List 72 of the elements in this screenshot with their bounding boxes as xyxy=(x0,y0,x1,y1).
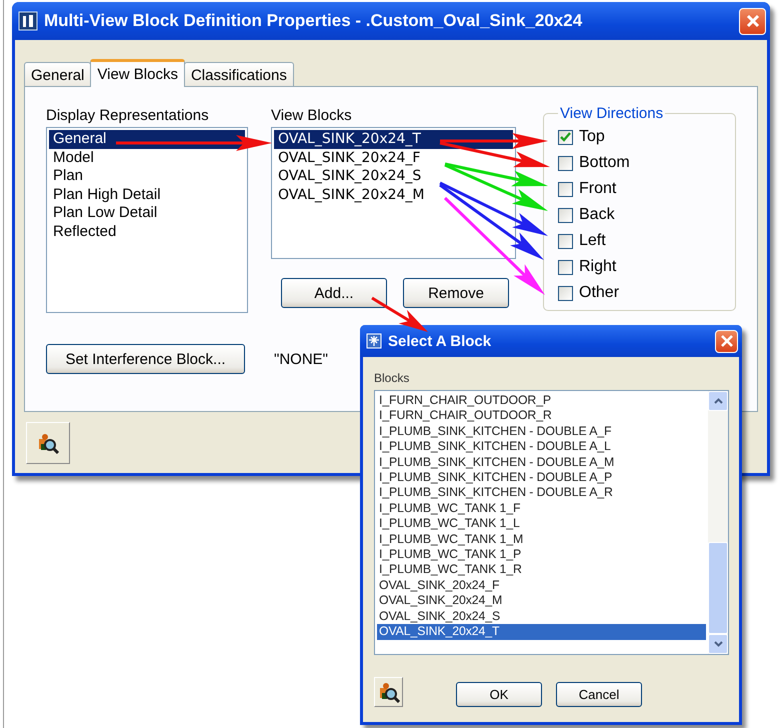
list-item[interactable]: OVAL_SINK_20x24_M xyxy=(274,186,513,204)
dialog-icon xyxy=(366,333,382,349)
representations-list[interactable]: General Model Plan Plan High Detail Plan Low Detail Reflected xyxy=(46,127,248,313)
list-item[interactable]: OVAL_SINK_20x24_T xyxy=(377,624,706,640)
checkbox-label: Top xyxy=(579,128,605,146)
list-item[interactable]: Plan High Detail xyxy=(49,186,245,204)
list-item[interactable]: I_PLUMB_WC_TANK 1_L xyxy=(377,516,706,532)
checkbox-label: Other xyxy=(579,284,620,302)
dialog-title: Select A Block xyxy=(388,332,492,350)
checkbox[interactable] xyxy=(558,182,573,196)
dialog-button[interactable]: OK xyxy=(456,682,542,706)
list-item[interactable]: I_PLUMB_WC_TANK 1_F xyxy=(377,500,706,516)
list-item[interactable]: I_PLUMB_WC_TANK 1_P xyxy=(377,547,706,562)
list-item[interactable]: I_PLUMB_WC_TANK 1_M xyxy=(377,532,706,548)
dialog-button[interactable]: Cancel xyxy=(556,682,642,706)
checkbox-label: Bottom xyxy=(579,154,630,172)
checkbox[interactable] xyxy=(558,234,573,248)
list-item[interactable]: I_FURN_CHAIR_OUTDOOR_R xyxy=(377,408,706,424)
list-item[interactable]: OVAL_SINK_20x24_S xyxy=(377,608,706,624)
list-item[interactable]: OVAL_SINK_20x24_M xyxy=(377,593,706,609)
interference-button[interactable]: Set Interference Block... xyxy=(46,344,245,374)
list-item[interactable]: OVAL_SINK_20x24_F xyxy=(377,578,706,594)
arrow xyxy=(371,296,428,332)
app-icon xyxy=(18,11,38,31)
list-item[interactable]: OVAL_SINK_20x24_F xyxy=(274,148,513,167)
list-label: Blocks xyxy=(374,371,410,385)
tab[interactable]: Classifications xyxy=(184,62,294,86)
group-label: View Directions xyxy=(559,105,664,122)
checkbox-label: Right xyxy=(579,258,616,276)
checkbox[interactable] xyxy=(558,286,573,300)
magnifier-icon xyxy=(37,432,59,454)
close-icon xyxy=(744,13,760,29)
checkbox[interactable] xyxy=(558,156,573,170)
interference-value: "NONE" xyxy=(274,350,328,368)
scroll-up-icon[interactable] xyxy=(708,391,728,411)
checkbox[interactable] xyxy=(558,130,573,144)
scroll-down-icon[interactable] xyxy=(708,634,728,654)
blocks-list[interactable] xyxy=(374,390,729,655)
list-label: Display Representations xyxy=(46,107,210,126)
close-button[interactable] xyxy=(739,8,766,34)
tab[interactable]: View Blocks xyxy=(90,59,185,87)
list-item[interactable]: I_PLUMB_SINK_KITCHEN - DOUBLE A_M xyxy=(377,454,706,470)
list-item[interactable]: Model xyxy=(49,148,245,167)
list-item[interactable]: Plan xyxy=(49,167,245,186)
checkbox[interactable] xyxy=(558,208,573,222)
tab[interactable]: General xyxy=(24,62,92,86)
list-item[interactable]: I_PLUMB_SINK_KITCHEN - DOUBLE A_P xyxy=(377,470,706,486)
action-button[interactable]: Add... xyxy=(281,278,387,308)
list-item[interactable]: OVAL_SINK_20x24_T xyxy=(274,130,513,148)
checkbox-label: Front xyxy=(579,180,616,198)
list-label: View Blocks xyxy=(271,107,353,126)
icon-button[interactable] xyxy=(26,422,70,464)
view-blocks-list[interactable]: OVAL_SINK_20x24_T OVAL_SINK_20x24_F OVAL_SINK_20x24_S OVAL_SINK_20x24_M xyxy=(271,127,516,259)
list-item[interactable]: Plan Low Detail xyxy=(49,204,245,222)
checkbox-label: Left xyxy=(579,232,606,250)
magnifier-icon xyxy=(378,681,400,703)
scroll-thumb[interactable] xyxy=(708,542,728,634)
list-item[interactable]: I_PLUMB_SINK_KITCHEN - DOUBLE A_L xyxy=(377,439,706,455)
close-icon xyxy=(720,334,734,348)
scrollbar[interactable] xyxy=(708,391,728,654)
list-item[interactable]: I_PLUMB_WC_TANK 1_R xyxy=(377,562,706,578)
list-item[interactable]: I_PLUMB_SINK_KITCHEN - DOUBLE A_F xyxy=(377,424,706,440)
list-item[interactable]: I_PLUMB_SINK_KITCHEN - DOUBLE A_R xyxy=(377,485,706,501)
close-button[interactable] xyxy=(715,330,738,352)
icon-button[interactable] xyxy=(374,677,403,707)
list-item[interactable]: I_FURN_CHAIR_OUTDOOR_P xyxy=(377,393,706,408)
checkbox-label: Back xyxy=(579,206,615,224)
action-button[interactable]: Remove xyxy=(403,278,509,308)
checkbox[interactable] xyxy=(558,260,573,274)
window-title: Multi-View Block Definition Properties - .Custom_Oval_Sink_20x24 xyxy=(44,11,584,31)
list-item[interactable]: Reflected xyxy=(49,222,245,241)
list-item[interactable]: OVAL_SINK_20x24_S xyxy=(274,167,513,186)
